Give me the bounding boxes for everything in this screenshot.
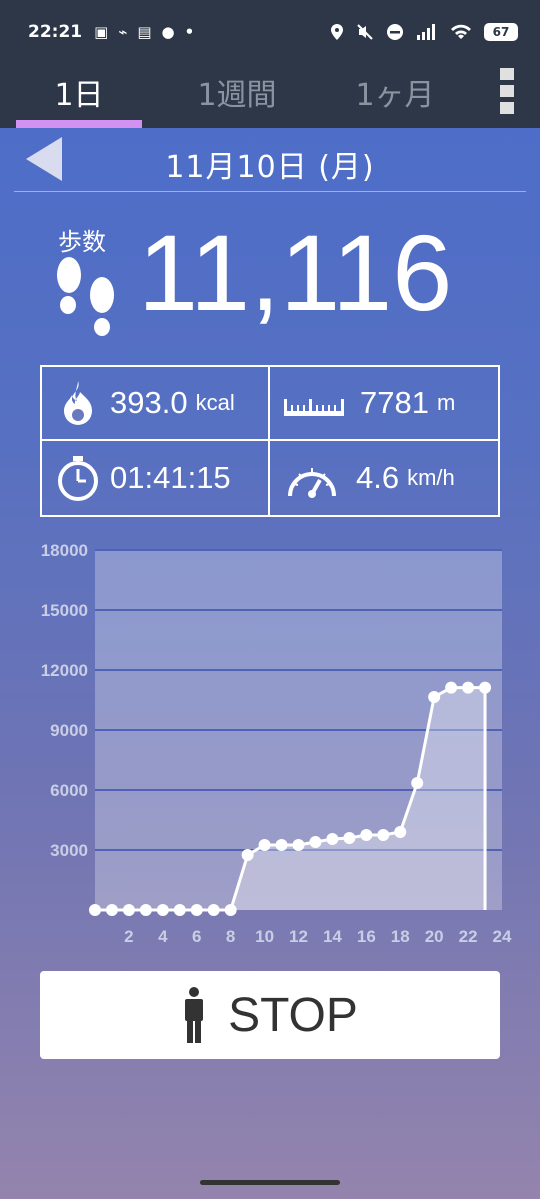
chart-x-tick-label: 6 — [192, 927, 201, 946]
chart-x-tick-label: 16 — [357, 927, 376, 946]
chart-data-point — [156, 904, 169, 916]
calories-value: 393.0 — [110, 385, 188, 420]
date-title: 11月10日 (月) — [165, 150, 375, 185]
duration-value: 01:41:15 — [110, 460, 231, 495]
chart-data-point — [360, 829, 373, 841]
tab-month[interactable]: 1ヶ月 — [316, 56, 474, 128]
chart-data-point — [394, 826, 407, 838]
chart-y-tick-label: 15000 — [41, 601, 88, 620]
chart-data-point — [190, 904, 203, 916]
line-icon: ● — [161, 23, 175, 41]
date-header: 11月10日 (月) — [14, 132, 526, 192]
location-icon — [331, 24, 343, 40]
chart-data-point — [377, 829, 390, 841]
stop-button[interactable]: STOP — [40, 971, 500, 1059]
steps-count: 11,116 — [138, 212, 453, 333]
home-indicator[interactable] — [200, 1180, 340, 1185]
chart-x-tick-label: 24 — [493, 927, 512, 946]
status-time: 22:21 — [28, 22, 83, 42]
chart-data-point — [275, 839, 288, 851]
chart-data-point — [207, 904, 220, 916]
calories-unit: kcal — [195, 390, 235, 415]
stop-button-label: STOP — [228, 988, 358, 1042]
tab-active-indicator — [16, 120, 142, 128]
fire-icon — [64, 381, 92, 425]
chart-y-tick-label: 3000 — [50, 841, 88, 860]
chart-x-tick-label: 12 — [289, 927, 308, 946]
chart-x-tick-label: 20 — [425, 927, 444, 946]
chart-data-point — [428, 691, 441, 703]
chart-data-point — [462, 681, 475, 694]
stat-speed: 4.6 km/h — [270, 441, 498, 515]
chart-data-point — [411, 777, 424, 789]
chart-x-tick-label: 2 — [124, 927, 133, 946]
chart-data-point — [258, 839, 271, 851]
tab-day-label: 1日 — [54, 78, 104, 113]
mute-icon — [357, 24, 373, 40]
steps-label: 歩数 — [58, 228, 106, 256]
speed-unit: km/h — [407, 465, 455, 490]
chart-y-tick-label: 9000 — [50, 721, 88, 740]
chart-data-point — [479, 681, 492, 694]
chart-data-point — [173, 904, 186, 916]
wifi-icon — [451, 24, 471, 39]
chart-data-point — [309, 836, 322, 848]
chart-data-point — [139, 904, 152, 916]
gallery-icon: ▣ — [94, 23, 109, 41]
chart-y-tick-label: 18000 — [41, 541, 88, 560]
stats-grid: 393.0 kcal 7781 m 01:41:15 4.6 km/h — [40, 365, 500, 517]
chart-x-tick-label: 14 — [323, 927, 342, 946]
chart-x-tick-label: 8 — [226, 927, 235, 946]
distance-unit: m — [436, 390, 456, 415]
battery-icon: 67 — [484, 23, 518, 41]
more-menu-icon[interactable] — [500, 68, 516, 114]
chart-data-point — [89, 904, 101, 916]
chart-y-tick-label: 6000 — [50, 781, 88, 800]
speed-value: 4.6 — [356, 460, 400, 495]
chart-x-tick-label: 22 — [459, 927, 478, 946]
distance-value: 7781 — [360, 385, 429, 420]
chart-data-point — [105, 904, 118, 916]
tab-day[interactable]: 1日 — [0, 56, 158, 128]
status-bar: 22:21 ▣ ⌁ ▤ ● • 67 — [0, 0, 540, 64]
chart-y-tick-label: 12000 — [41, 661, 88, 680]
person-icon — [185, 987, 204, 1043]
chart-data-point — [326, 833, 339, 845]
stopwatch-icon — [58, 456, 98, 501]
dot-icon: • — [184, 23, 195, 41]
chart-data-point — [122, 904, 135, 916]
tab-week-label: 1週間 — [197, 78, 277, 113]
chart-x-tick-label: 18 — [391, 927, 410, 946]
activity-icon: ⌁ — [118, 23, 128, 41]
footprints-icon — [57, 257, 114, 336]
stat-calories: 393.0 kcal — [42, 367, 270, 441]
stat-duration: 01:41:15 — [42, 441, 270, 515]
tab-month-label: 1ヶ月 — [355, 78, 435, 113]
ruler-icon — [284, 399, 344, 416]
hourly-steps-chart: 1800015000120009000600030002 4 6 8 10 12 14 16 1… — [41, 541, 512, 946]
chart-data-point — [292, 839, 305, 851]
chart-data-point — [343, 832, 356, 844]
signal-icon — [417, 24, 435, 40]
speedometer-icon — [288, 468, 336, 498]
period-tabs: 1日 1週間 1ヶ月 — [0, 56, 540, 128]
chart-x-tick-label: 4 — [158, 927, 168, 946]
news-icon: ▤ — [137, 23, 152, 41]
tab-week[interactable]: 1週間 — [158, 56, 316, 128]
dnd-icon — [387, 24, 403, 40]
chart-x-tick-label: 10 — [255, 927, 274, 946]
stat-distance: 7781 m — [270, 367, 498, 441]
chart-data-point — [224, 904, 237, 916]
chart-data-point — [241, 849, 254, 861]
chart-data-point — [445, 681, 458, 694]
